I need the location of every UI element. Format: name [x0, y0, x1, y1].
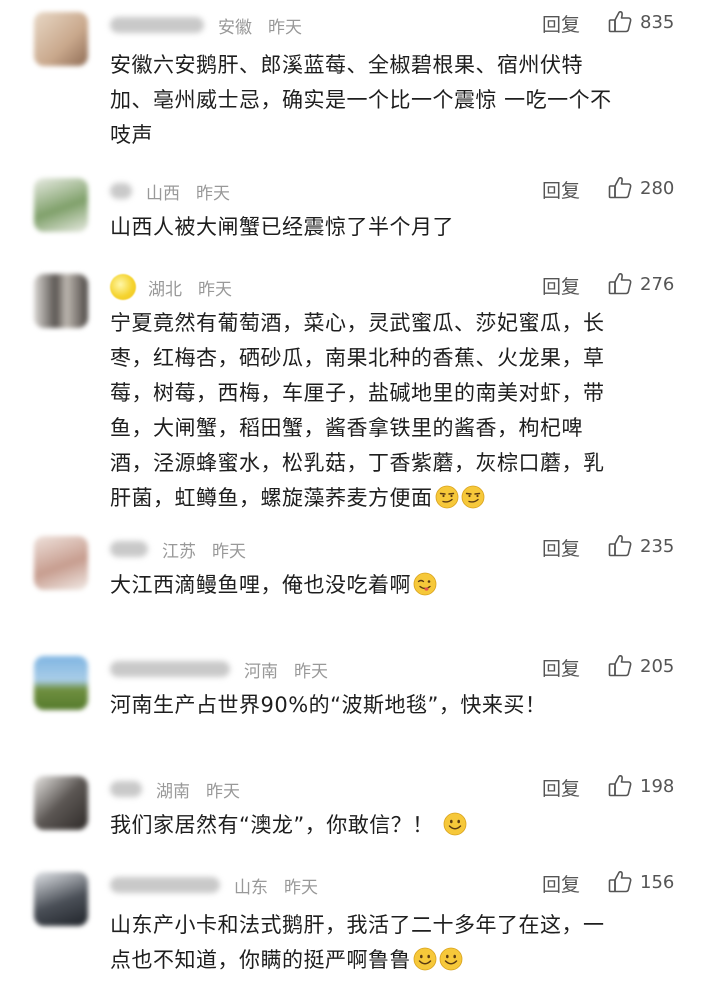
avatar[interactable]: [34, 872, 88, 926]
comment-meta: 山东 昨天: [110, 872, 318, 898]
comment-text: 河南生产占世界90%的“波斯地毯”，快来买！: [110, 688, 670, 723]
avatar[interactable]: [34, 536, 88, 590]
like-count: 198: [640, 775, 675, 797]
like-count: 280: [640, 177, 675, 199]
like-button[interactable]: 835: [606, 8, 674, 36]
region-label: 湖南: [156, 781, 190, 802]
comment-line: 酒，泾源蜂蜜水，松乳菇，丁香紫蘑，灰棕口蘑，乳: [110, 451, 605, 475]
username-blurred[interactable]: [110, 17, 204, 33]
username-blurred[interactable]: [110, 661, 230, 677]
comment-text: 山东产小卡和法式鹅肝，我活了二十多年了在这，一 点也不知道，你瞒的挺严啊鲁鲁: [110, 908, 670, 978]
time-label: 昨天: [284, 877, 318, 898]
reply-button[interactable]: 回复: [542, 176, 580, 203]
like-count: 205: [640, 655, 675, 677]
reply-button[interactable]: 回复: [542, 272, 580, 299]
region-label: 湖北: [148, 279, 182, 300]
username-blurred[interactable]: [110, 781, 142, 797]
comment-line: 宁夏竟然有葡萄酒，菜心，灵武蜜瓜、莎妃蜜瓜，长: [110, 311, 605, 335]
smile-emoji-icon: [439, 947, 463, 971]
comment-line: 河南生产占世界90%的“波斯地毯”，快来买！: [110, 693, 547, 717]
like-button[interactable]: 205: [606, 652, 674, 680]
avatar[interactable]: [34, 12, 88, 66]
region-label: 江苏: [162, 541, 196, 562]
comment-line: 安徽六安鹅肝、郎溪蓝莓、全椒碧根果、宿州伏特: [110, 53, 583, 77]
thumbs-up-outline-icon: [606, 270, 634, 298]
like-count: 835: [640, 11, 675, 33]
time-label: 昨天: [294, 661, 328, 682]
comment-text: 安徽六安鹅肝、郎溪蓝莓、全椒碧根果、宿州伏特 加、亳州威士忌，确实是一个比一个震…: [110, 48, 670, 153]
comment-meta: 河南 昨天: [110, 656, 328, 682]
username-blurred[interactable]: [110, 183, 132, 199]
like-button[interactable]: 198: [606, 772, 674, 800]
comment-line-with-emoji: 点也不知道，你瞒的挺严啊鲁鲁: [110, 943, 670, 978]
comment-meta: 湖南 昨天: [110, 776, 240, 802]
comment-line: 我们家居然有“澳龙”，你敢信？！: [110, 813, 434, 837]
avatar[interactable]: [34, 776, 88, 830]
avatar[interactable]: [34, 178, 88, 232]
comment-line-with-emoji: 大江西滴鳗鱼哩，俺也没吃着啊: [110, 568, 670, 603]
reply-button[interactable]: 回复: [542, 774, 580, 801]
comment-meta: 湖北 昨天: [110, 274, 232, 300]
time-label: 昨天: [212, 541, 246, 562]
reply-button[interactable]: 回复: [542, 534, 580, 561]
thumbs-up-outline-icon: [606, 8, 634, 36]
region-label: 安徽: [218, 17, 252, 38]
like-button[interactable]: 235: [606, 532, 674, 560]
region-label: 山东: [234, 877, 268, 898]
comment-line: 点也不知道，你瞒的挺严啊鲁鲁: [110, 948, 411, 972]
comment-text: 大江西滴鳗鱼哩，俺也没吃着啊: [110, 568, 670, 603]
tongue-wink-emoji-icon: [413, 572, 437, 596]
smirk-emoji-icon: [435, 485, 459, 509]
comment-line-with-emoji: 我们家居然有“澳龙”，你敢信？！: [110, 808, 670, 843]
comment-line: 吱声: [110, 123, 153, 147]
comment-line: 山西人被大闸蟹已经震惊了半个月了: [110, 215, 454, 239]
region-label: 河南: [244, 661, 278, 682]
comment-text: 我们家居然有“澳龙”，你敢信？！: [110, 808, 670, 843]
comment-text: 山西人被大闸蟹已经震惊了半个月了: [110, 210, 670, 245]
avatar[interactable]: [34, 274, 88, 328]
smile-emoji-icon: [443, 812, 467, 836]
comment-line: 枣，红梅杏，硒砂瓜，南果北种的香蕉、火龙果，草: [110, 346, 605, 370]
time-label: 昨天: [206, 781, 240, 802]
username-blurred[interactable]: [110, 541, 148, 557]
thumbs-up-outline-icon: [606, 652, 634, 680]
comment-line: 山东产小卡和法式鹅肝，我活了二十多年了在这，一: [110, 913, 605, 937]
smirk-emoji-icon: [461, 485, 485, 509]
avatar[interactable]: [34, 656, 88, 710]
comment-line: 肝菌，虹鳟鱼，螺旋藻荞麦方便面: [110, 486, 433, 510]
time-label: 昨天: [198, 279, 232, 300]
comment-line: 莓，树莓，西梅，车厘子，盐碱地里的南美对虾，带: [110, 381, 605, 405]
region-label: 山西: [146, 183, 180, 204]
reply-button[interactable]: 回复: [542, 870, 580, 897]
comment-text: 宁夏竟然有葡萄酒，菜心，灵武蜜瓜、莎妃蜜瓜，长 枣，红梅杏，硒砂瓜，南果北种的香…: [110, 306, 670, 516]
like-count: 156: [640, 871, 675, 893]
like-count: 235: [640, 535, 675, 557]
like-button[interactable]: 276: [606, 270, 674, 298]
like-button[interactable]: 280: [606, 174, 674, 202]
time-label: 昨天: [268, 17, 302, 38]
smile-emoji-icon: [413, 947, 437, 971]
comment-line-with-emoji: 肝菌，虹鳟鱼，螺旋藻荞麦方便面: [110, 481, 670, 516]
thumbs-up-outline-icon: [606, 532, 634, 560]
comment-line: 大江西滴鳗鱼哩，俺也没吃着啊: [110, 573, 411, 597]
reply-button[interactable]: 回复: [542, 10, 580, 37]
comment-meta: 山西 昨天: [110, 178, 230, 204]
time-label: 昨天: [196, 183, 230, 204]
like-count: 276: [640, 273, 675, 295]
username-blurred[interactable]: [110, 877, 220, 893]
comment-line: 加、亳州威士忌，确实是一个比一个震惊 一吃一个不: [110, 88, 612, 112]
reply-button[interactable]: 回复: [542, 654, 580, 681]
like-button[interactable]: 156: [606, 868, 674, 896]
sun-avatar-badge-icon: [110, 274, 136, 300]
thumbs-up-outline-icon: [606, 868, 634, 896]
comment-meta: 安徽 昨天: [110, 12, 302, 38]
comment-meta: 江苏 昨天: [110, 536, 246, 562]
thumbs-up-outline-icon: [606, 772, 634, 800]
thumbs-up-outline-icon: [606, 174, 634, 202]
comment-line: 鱼，大闸蟹，稻田蟹，酱香拿铁里的酱香，枸杞啤: [110, 416, 583, 440]
